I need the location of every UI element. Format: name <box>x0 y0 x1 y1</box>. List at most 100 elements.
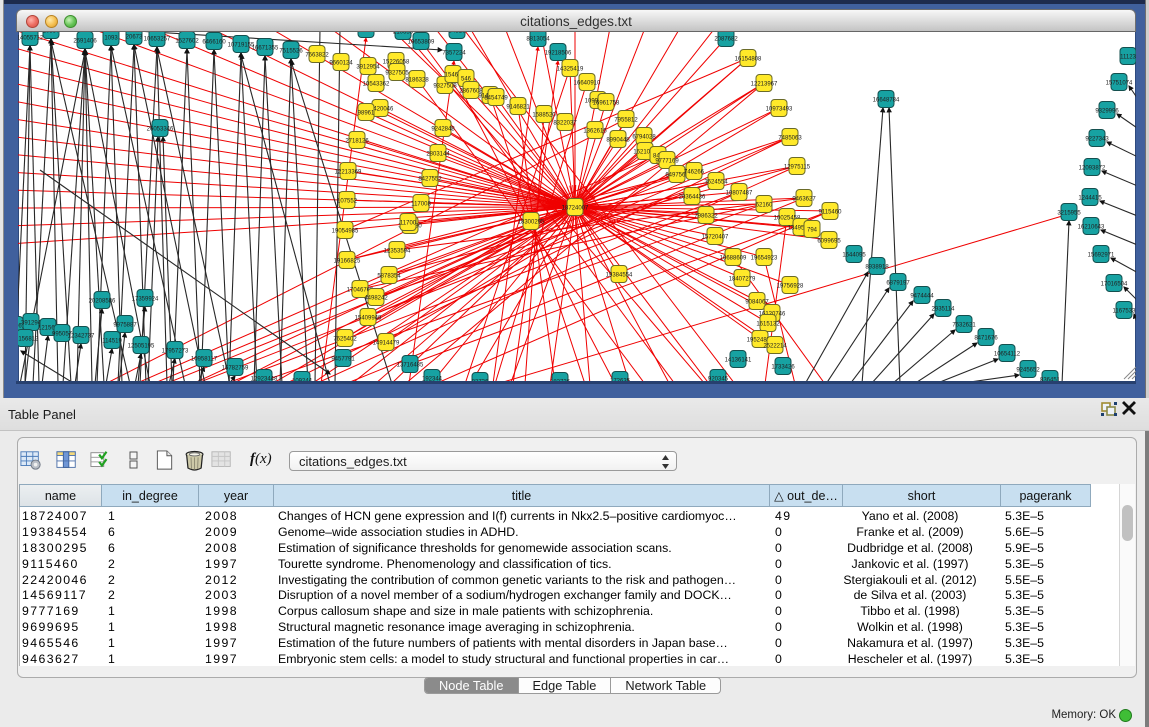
svg-text:9474444: 9474444 <box>910 294 934 300</box>
svg-text:19756928: 19756928 <box>777 284 804 290</box>
svg-text:12213369: 12213369 <box>335 170 362 176</box>
svg-text:9115460: 9115460 <box>819 210 843 216</box>
svg-text:7663822: 7663822 <box>305 53 329 59</box>
svg-text:7515526: 7515526 <box>279 49 303 55</box>
svg-text:18407279: 18407279 <box>729 277 756 283</box>
svg-text:18724007: 18724007 <box>562 206 589 212</box>
svg-text:9146821: 9146821 <box>506 105 530 111</box>
svg-text:6879197: 6879197 <box>886 281 910 287</box>
svg-text:12213967: 12213967 <box>751 82 778 88</box>
svg-text:7986322: 7986322 <box>694 214 718 220</box>
svg-text:19054985: 19054985 <box>332 229 359 235</box>
svg-text:6466160: 6466160 <box>202 40 226 46</box>
svg-text:1093: 1093 <box>104 36 118 42</box>
svg-text:19218506: 19218506 <box>545 51 572 57</box>
svg-text:117008: 117008 <box>411 202 431 208</box>
svg-text:1733426: 1733426 <box>771 365 795 371</box>
svg-text:9463627: 9463627 <box>792 197 816 203</box>
svg-text:2691406: 2691406 <box>73 39 97 45</box>
svg-text:18300295: 18300295 <box>518 220 545 226</box>
svg-text:12156812: 12156812 <box>18 337 39 343</box>
svg-text:10688609: 10688609 <box>720 256 747 262</box>
svg-text:9227343: 9227343 <box>1085 137 1109 143</box>
svg-text:14914479: 14914479 <box>373 341 400 347</box>
svg-text:7632621: 7632621 <box>952 323 976 329</box>
svg-text:16154808: 16154808 <box>735 57 762 63</box>
svg-text:9245652: 9245652 <box>1016 368 1040 374</box>
svg-text:3215955: 3215955 <box>1057 211 1081 217</box>
svg-text:12353594: 12353594 <box>384 249 411 255</box>
svg-text:16648784: 16648784 <box>873 98 900 104</box>
svg-text:17016504: 17016504 <box>1101 282 1128 288</box>
svg-text:9329996: 9329996 <box>1095 109 1119 115</box>
svg-text:26053346: 26053346 <box>147 127 174 133</box>
svg-text:8471676: 8471676 <box>974 336 998 342</box>
svg-text:14055712: 14055712 <box>18 36 44 42</box>
svg-text:8813054: 8813054 <box>526 37 550 43</box>
svg-text:15720407: 15720407 <box>702 235 729 241</box>
svg-text:14325419: 14325419 <box>557 67 584 73</box>
svg-text:11123: 11123 <box>1120 55 1136 61</box>
svg-text:9660124: 9660124 <box>329 61 353 67</box>
svg-text:1362615: 1362615 <box>583 129 607 135</box>
svg-text:1588520: 1588520 <box>532 113 556 119</box>
svg-text:9457791: 9457791 <box>331 357 355 363</box>
svg-text:16961758: 16961758 <box>593 101 620 107</box>
svg-text:15751074: 15751074 <box>1106 81 1133 87</box>
svg-text:9242848: 9242848 <box>431 127 455 133</box>
svg-text:7955812: 7955812 <box>614 118 638 124</box>
svg-text:10807487: 10807487 <box>726 191 753 197</box>
svg-text:20557: 20557 <box>43 32 60 35</box>
svg-text:13716485: 13716485 <box>397 363 424 369</box>
svg-text:4498242: 4498242 <box>364 296 388 302</box>
svg-text:2803144: 2803144 <box>426 152 450 158</box>
svg-text:84310: 84310 <box>449 32 466 35</box>
svg-text:62160: 62160 <box>756 203 773 209</box>
svg-text:6794028: 6794028 <box>632 135 656 141</box>
svg-text:2522214: 2522214 <box>763 344 787 350</box>
svg-text:8990448: 8990448 <box>606 138 630 144</box>
svg-text:746266: 746266 <box>684 170 705 176</box>
svg-text:8427552: 8427552 <box>418 177 442 183</box>
svg-text:19654923: 19654923 <box>751 256 778 262</box>
svg-text:1244415: 1244415 <box>1078 196 1102 202</box>
svg-text:19166825: 19166825 <box>334 259 361 265</box>
svg-text:1615132: 1615132 <box>756 322 780 328</box>
svg-text:10543362: 10543362 <box>363 82 390 88</box>
svg-text:17957273: 17957273 <box>162 349 189 355</box>
svg-text:15692971: 15692971 <box>1088 253 1115 259</box>
svg-text:16782759: 16782759 <box>222 366 249 372</box>
svg-text:12342737: 12342737 <box>68 334 95 340</box>
svg-text:15409948: 15409948 <box>355 316 382 322</box>
svg-text:16210643: 16210643 <box>1078 225 1105 231</box>
svg-text:1167533: 1167533 <box>1113 309 1136 315</box>
svg-text:20673: 20673 <box>126 35 143 41</box>
svg-text:10958117: 10958117 <box>191 357 218 363</box>
svg-text:16640910: 16640910 <box>574 81 601 87</box>
svg-text:12505195: 12505195 <box>128 344 155 350</box>
svg-text:9975887: 9975887 <box>113 323 137 329</box>
svg-text:10973493: 10973493 <box>766 107 793 113</box>
svg-text:7357224: 7357224 <box>442 51 466 57</box>
svg-text:1644095: 1644095 <box>842 253 866 259</box>
svg-text:20364436: 20364436 <box>679 195 706 201</box>
svg-text:3624554: 3624554 <box>704 180 728 186</box>
svg-text:2935114: 2935114 <box>932 307 956 313</box>
svg-text:14136141: 14136141 <box>725 358 752 364</box>
svg-text:107552: 107552 <box>337 199 358 205</box>
svg-text:19384554: 19384554 <box>606 273 633 279</box>
svg-text:10653809: 10653809 <box>408 40 435 46</box>
svg-text:11700: 11700 <box>400 221 417 227</box>
svg-text:2867608: 2867608 <box>459 89 483 95</box>
svg-text:8322037: 8322037 <box>553 121 577 127</box>
svg-text:12975115: 12975115 <box>784 165 811 171</box>
svg-text:7625402: 7625402 <box>333 337 357 343</box>
svg-text:8186328: 8186328 <box>405 78 429 84</box>
svg-text:10653257: 10653257 <box>144 37 171 43</box>
svg-text:9327505: 9327505 <box>385 71 409 77</box>
svg-text:6099695: 6099695 <box>817 239 841 245</box>
svg-text:9777169: 9777169 <box>655 159 679 165</box>
svg-text:3912954: 3912954 <box>356 65 380 71</box>
svg-text:10654112: 10654112 <box>994 352 1021 358</box>
svg-text:114519: 114519 <box>102 339 122 345</box>
